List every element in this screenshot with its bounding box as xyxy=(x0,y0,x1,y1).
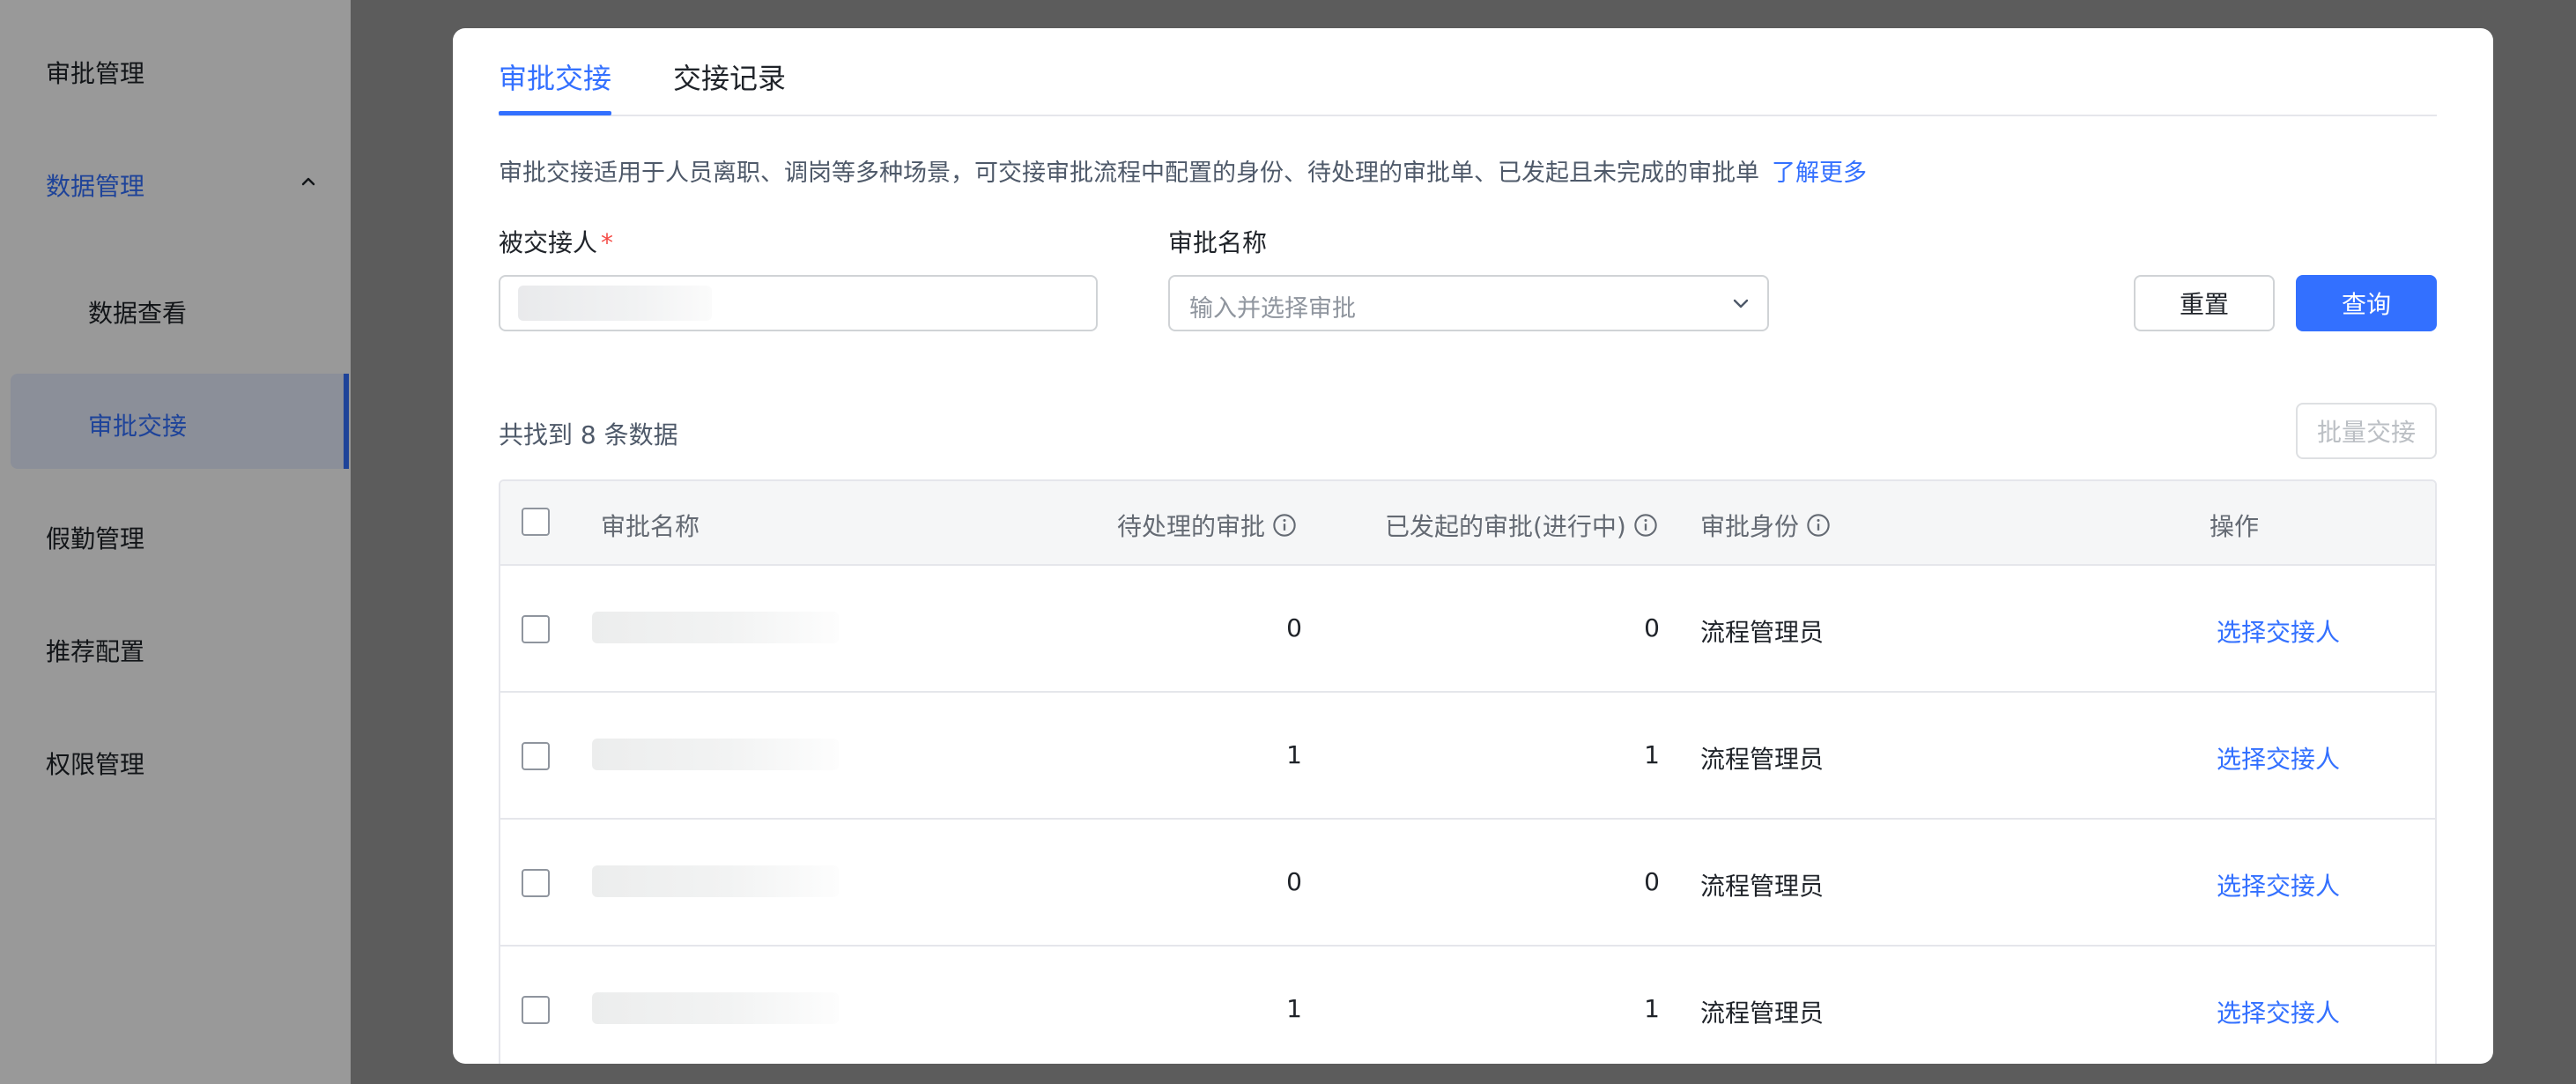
row-checkbox[interactable] xyxy=(522,742,550,770)
select-handover-link[interactable]: 选择交接人 xyxy=(2217,740,2340,776)
info-icon[interactable] xyxy=(1633,513,1658,538)
pending-count: 1 xyxy=(1286,994,1302,1023)
row-checkbox[interactable] xyxy=(522,996,550,1024)
chevron-down-icon[interactable] xyxy=(1730,293,1751,314)
column-label: 审批名称 xyxy=(601,512,700,541)
redacted-approval-name xyxy=(592,612,839,643)
column-approval-role: 审批身份 xyxy=(1700,508,1831,543)
initiated-count: 1 xyxy=(1644,994,1660,1023)
initiated-count: 0 xyxy=(1644,613,1660,642)
pending-count: 1 xyxy=(1286,740,1302,769)
learn-more-link[interactable]: 了解更多 xyxy=(1772,160,1867,187)
table-row: 1 1 流程管理员 选择交接人 xyxy=(500,945,2435,1064)
description-text: 审批交接适用于人员离职、调岗等多种场景，可交接审批流程中配置的身份、待处理的审批… xyxy=(499,153,1867,188)
redacted-approval-name xyxy=(592,865,839,897)
column-pending-approvals: 待处理的审批 xyxy=(1117,508,1297,543)
handover-person-label: 被交接人 * xyxy=(499,224,613,259)
column-label: 审批身份 xyxy=(1700,512,1800,541)
row-checkbox[interactable] xyxy=(522,615,550,643)
approval-role: 流程管理员 xyxy=(1700,999,1825,1028)
query-button[interactable]: 查询 xyxy=(2296,275,2437,331)
approval-name-select[interactable]: 输入并选择审批 xyxy=(1168,275,1769,331)
table-row: 0 0 流程管理员 选择交接人 xyxy=(500,564,2435,691)
redacted-approval-name xyxy=(592,739,839,770)
redacted-approval-name xyxy=(592,992,839,1024)
initiated-count: 0 xyxy=(1644,867,1660,896)
tab-bar: 审批交接 交接记录 xyxy=(499,28,2437,116)
approval-role: 流程管理员 xyxy=(1700,872,1825,901)
initiated-count: 1 xyxy=(1644,740,1660,769)
table-header: 审批名称 待处理的审批 已发起的审批(进行中) 审批身份 操作 xyxy=(500,481,2435,564)
column-label: 待处理的审批 xyxy=(1117,512,1266,541)
column-initiated-approvals: 已发起的审批(进行中) xyxy=(1385,508,1658,543)
handover-table: 审批名称 待处理的审批 已发起的审批(进行中) 审批身份 操作 0 0 流程管理… xyxy=(499,479,2437,1064)
pending-count: 0 xyxy=(1286,867,1302,896)
result-count: 共找到 8 条数据 xyxy=(499,420,678,449)
column-actions: 操作 xyxy=(2210,508,2259,543)
row-checkbox[interactable] xyxy=(522,869,550,897)
select-handover-link[interactable]: 选择交接人 xyxy=(2217,613,2340,649)
pending-count: 0 xyxy=(1286,613,1302,642)
table-row: 0 0 流程管理员 选择交接人 xyxy=(500,818,2435,945)
approval-role: 流程管理员 xyxy=(1700,745,1825,774)
handover-person-input[interactable] xyxy=(499,275,1098,331)
column-approval-name: 审批名称 xyxy=(601,508,700,543)
approval-name-placeholder: 输入并选择审批 xyxy=(1189,295,1356,323)
info-icon[interactable] xyxy=(1272,513,1297,538)
column-label: 已发起的审批(进行中) xyxy=(1385,512,1626,541)
table-row: 1 1 流程管理员 选择交接人 xyxy=(500,691,2435,818)
select-handover-link[interactable]: 选择交接人 xyxy=(2217,867,2340,902)
redacted-user-value xyxy=(518,286,712,321)
description-body: 审批交接适用于人员离职、调岗等多种场景，可交接审批流程中配置的身份、待处理的审批… xyxy=(499,160,1759,187)
tab-handover-records[interactable]: 交接记录 xyxy=(673,56,786,97)
active-tab-underline xyxy=(499,111,611,115)
approval-name-label: 审批名称 xyxy=(1168,228,1268,257)
select-all-checkbox[interactable] xyxy=(522,508,550,536)
info-icon[interactable] xyxy=(1806,513,1831,538)
column-label: 操作 xyxy=(2210,512,2260,541)
approval-role: 流程管理员 xyxy=(1700,618,1825,647)
batch-handover-button[interactable]: 批量交接 xyxy=(2296,403,2437,459)
reset-button[interactable]: 重置 xyxy=(2134,275,2275,331)
tab-approval-handover[interactable]: 审批交接 xyxy=(499,56,611,97)
required-mark: * xyxy=(601,228,614,257)
select-handover-link[interactable]: 选择交接人 xyxy=(2217,994,2340,1029)
approval-handover-modal: 审批交接 交接记录 审批交接适用于人员离职、调岗等多种场景，可交接审批流程中配置… xyxy=(453,28,2493,1064)
handover-person-label-text: 被交接人 xyxy=(499,228,598,257)
